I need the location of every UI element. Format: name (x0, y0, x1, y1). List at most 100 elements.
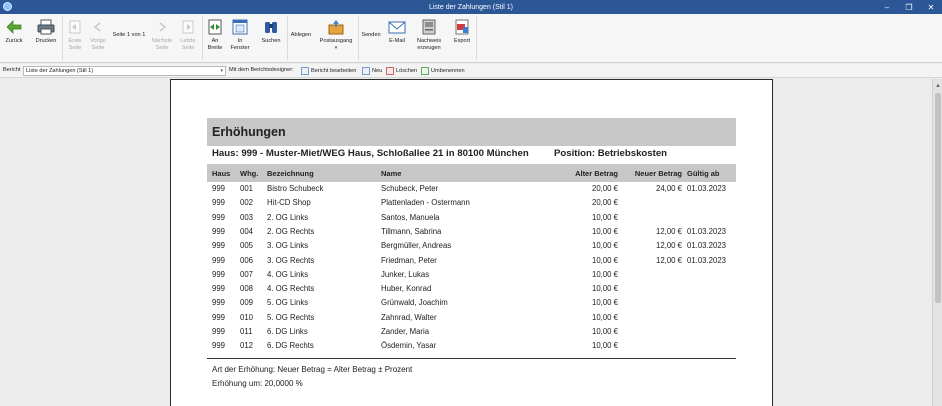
cell-whg: 002 (240, 198, 254, 208)
cell-name: Santos, Manuela (381, 212, 440, 222)
cell-haus: 999 (212, 269, 226, 279)
cell-neuer-betrag: 12,00 € (655, 241, 682, 251)
scrollbar-thumb[interactable] (935, 93, 941, 303)
last-page-icon (179, 18, 197, 36)
mailbox-button[interactable]: Postausgang ▾ (317, 16, 355, 62)
report-select-value: Liste der Zahlungen (Stil 1) (26, 68, 94, 74)
restore-button[interactable]: ❐ (898, 0, 920, 14)
cell-haus: 999 (212, 298, 226, 308)
vertical-scrollbar[interactable]: ▲ (932, 79, 942, 406)
previous-page-button[interactable]: Vorige Seite (88, 16, 108, 62)
cell-alter-betrag: 10,00 € (591, 226, 618, 236)
increase-amount: Erhöhung um: 20,0000 % (212, 379, 303, 388)
email-button[interactable]: E-Mail (386, 16, 408, 62)
table-row: 999 008 4. OG Rechts Huber, Konrad 10,00 € (207, 284, 736, 298)
col-haus: Haus (212, 169, 231, 178)
col-alter-betrag: Alter Betrag (575, 169, 618, 178)
cell-alter-betrag: 10,00 € (591, 269, 618, 279)
create-proof-button[interactable]: Nachweis erzeugen (414, 16, 444, 62)
back-arrow-icon (5, 18, 23, 36)
previous-page-icon (89, 18, 107, 36)
close-button[interactable]: ✕ (920, 0, 942, 14)
delete-icon (386, 67, 394, 75)
page-indicator: Seite 1 von 1 (112, 31, 146, 38)
report-select[interactable]: Liste der Zahlungen (Stil 1) ▾ (23, 66, 226, 76)
col-neuer-betrag: Neuer Betrag (634, 169, 682, 178)
ribbon-separator (202, 16, 203, 60)
table-row: 999 004 2. OG Rechts Tillmann, Sabrina 10,00… (207, 227, 736, 241)
cell-bezeichnung: 2. OG Rechts (267, 226, 315, 236)
cell-name: Grünwald, Joachim (381, 298, 448, 308)
cell-alter-betrag: 10,00 € (591, 241, 618, 251)
cell-gueltig-ab: 01.03.2023 (687, 226, 727, 236)
ribbon-separator (287, 16, 288, 60)
cell-bezeichnung: Bistro Schubeck (267, 184, 324, 193)
cell-name: Plattenladen - Ostermann (381, 198, 470, 208)
preview-area: Erhöhungen Haus: 999 - Muster-Miet/WEG H… (0, 79, 942, 406)
table-row: 999 002 Hit-CD Shop Plattenladen - Osterman… (207, 198, 736, 212)
cell-alter-betrag: 10,00 € (591, 312, 618, 322)
cell-name: Bergmüller, Andreas (381, 241, 452, 251)
cell-whg: 011 (240, 327, 253, 336)
cell-alter-betrag: 10,00 € (591, 212, 618, 222)
new-report-button[interactable]: Neu (362, 66, 382, 76)
increase-type: Art der Erhöhung: Neuer Betrag = Alter B… (212, 365, 413, 374)
cell-alter-betrag: 10,00 € (591, 255, 618, 265)
cell-haus: 999 (212, 184, 226, 193)
search-button[interactable]: Suchen (258, 16, 284, 62)
last-page-button[interactable]: Letzte Seite (177, 16, 199, 62)
cell-name: Ösdemin, Yasar (381, 341, 437, 351)
edit-report-button[interactable]: Bericht bearbeiten (301, 66, 356, 76)
cell-bezeichnung: 5. OG Links (267, 298, 309, 308)
scroll-up-icon[interactable]: ▲ (934, 82, 942, 90)
rename-report-button[interactable]: Umbenennen (421, 66, 465, 76)
col-bezeichnung: Bezeichnung (267, 169, 314, 178)
window-title: Liste der Zahlungen (Stil 1) (428, 3, 514, 11)
col-name: Name (381, 169, 402, 178)
report-house-line: Haus: 999 - Muster-Miet/WEG Haus, Schloß… (212, 148, 667, 159)
cell-neuer-betrag: 24,00 € (655, 184, 682, 193)
designer-label: Mit dem Berichtsdesigner: (229, 67, 294, 73)
cell-haus: 999 (212, 327, 226, 336)
back-button[interactable]: Zurück (3, 16, 25, 62)
binoculars-icon (262, 18, 280, 36)
cell-name: Tillmann, Sabrina (381, 226, 442, 236)
outbox-icon (327, 18, 345, 36)
delete-report-button[interactable]: Löschen (386, 66, 417, 76)
cell-bezeichnung: 4. OG Links (267, 269, 309, 279)
in-window-button[interactable]: In Fenster (229, 16, 251, 62)
cell-gueltig-ab: 01.03.2023 (687, 255, 727, 265)
cell-bezeichnung: 4. OG Rechts (267, 284, 315, 294)
first-page-icon (66, 18, 84, 36)
cell-neuer-betrag: 12,00 € (655, 226, 682, 236)
send-group-label: Senden (361, 31, 381, 38)
next-page-icon (153, 18, 171, 36)
cell-whg: 003 (240, 212, 254, 222)
position-info: Position: Betriebskosten (554, 148, 668, 159)
first-page-button[interactable]: Erste Seite (65, 16, 85, 62)
cell-whg: 007 (240, 269, 254, 279)
next-page-button[interactable]: Nächste Seite (150, 16, 174, 62)
title-bar: Liste der Zahlungen (Stil 1) – ❐ ✕ (0, 0, 942, 14)
window-controls: – ❐ ✕ (876, 0, 942, 14)
dropdown-arrow-icon: ▾ (334, 45, 338, 51)
cell-whg: 006 (240, 255, 254, 265)
chevron-down-icon: ▾ (220, 68, 223, 74)
export-button[interactable]: Export (451, 16, 473, 62)
cell-bezeichnung: 2. OG Links (267, 212, 309, 222)
cell-alter-betrag: 10,00 € (591, 284, 618, 294)
divider (207, 358, 736, 359)
minimize-button[interactable]: – (876, 0, 898, 14)
cell-whg: 001 (240, 184, 254, 193)
report-label: Bericht (3, 67, 21, 73)
edit-icon (301, 67, 309, 75)
ribbon-separator (62, 16, 63, 60)
fit-width-button[interactable]: An Breite (205, 16, 225, 62)
report-bar: Bericht Liste der Zahlungen (Stil 1) ▾ M… (0, 64, 942, 78)
window-icon (231, 18, 249, 36)
table-row: 999 012 6. DG Rechts Ösdemin, Yasar 10,00 € (207, 341, 736, 355)
print-button[interactable]: Drucken (33, 16, 59, 62)
col-gueltig-ab: Gültig ab (687, 169, 720, 178)
cell-name: Huber, Konrad (381, 284, 432, 294)
pdf-export-icon (453, 18, 471, 36)
